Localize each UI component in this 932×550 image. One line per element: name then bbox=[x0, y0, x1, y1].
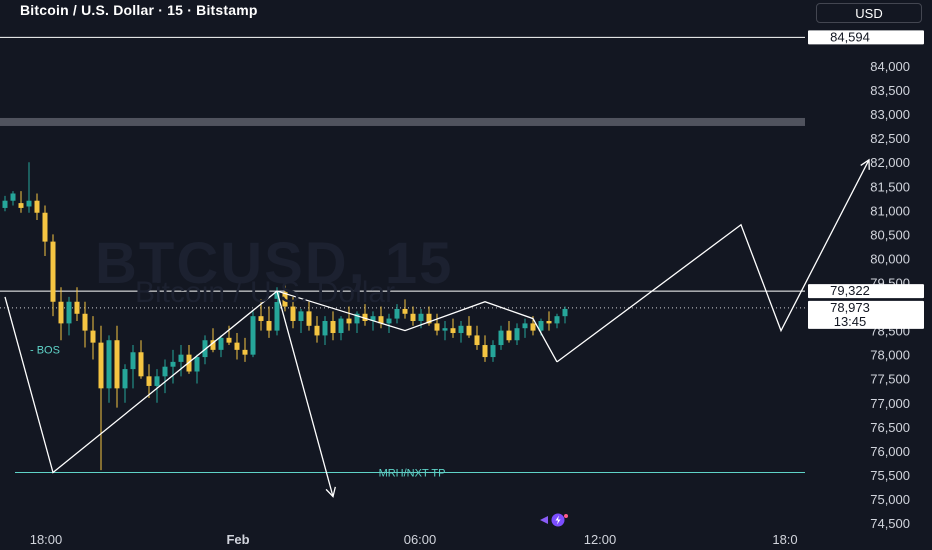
candle-body bbox=[490, 345, 496, 358]
candle-body bbox=[98, 342, 104, 389]
y-tick-label: 80,500 bbox=[870, 227, 910, 242]
candle-body bbox=[418, 313, 424, 321]
y-tick-label: 81,000 bbox=[870, 203, 910, 218]
candle-body bbox=[346, 318, 352, 324]
y-tick-label: 74,500 bbox=[870, 516, 910, 531]
candle-body bbox=[26, 200, 32, 207]
candle-body bbox=[250, 316, 256, 355]
chart-title: Bitcoin / U.S. Dollar · 15 · Bitstamp bbox=[20, 2, 258, 18]
candle-body bbox=[562, 308, 568, 317]
zigzag-projection bbox=[556, 159, 870, 363]
y-tick-label: 76,000 bbox=[870, 444, 910, 459]
watermark-description: Bitcoin / U.S. Dollar bbox=[135, 276, 396, 309]
y-tick-label: 78,000 bbox=[870, 348, 910, 363]
candle-body bbox=[554, 316, 560, 324]
candle-body bbox=[314, 325, 320, 336]
candle-body bbox=[442, 328, 448, 331]
candle-body bbox=[130, 352, 136, 370]
candle-body bbox=[522, 323, 528, 329]
y-tick-label: 77,000 bbox=[870, 396, 910, 411]
candle-body bbox=[170, 361, 176, 367]
candle-body bbox=[546, 320, 552, 324]
candle-body bbox=[82, 313, 88, 331]
y-tick-label: 75,500 bbox=[870, 468, 910, 483]
zigzag-past bbox=[4, 290, 558, 474]
x-tick-label: 06:00 bbox=[404, 532, 437, 547]
candle-body bbox=[242, 349, 248, 355]
candle-body bbox=[338, 318, 344, 334]
candle-body bbox=[434, 323, 440, 331]
candle-body bbox=[306, 311, 312, 326]
level-label: MRH/NXT TP bbox=[379, 468, 446, 480]
candle-body bbox=[266, 320, 272, 331]
resistance-band bbox=[0, 117, 805, 126]
x-tick-label: Feb bbox=[226, 532, 249, 547]
candle-body bbox=[234, 342, 240, 350]
price-label-text: 79,322 bbox=[830, 283, 870, 298]
y-tick-label: 84,000 bbox=[870, 59, 910, 74]
price-label-text: 78,973 bbox=[830, 300, 870, 315]
candle-body bbox=[10, 193, 16, 201]
candle-body bbox=[474, 335, 480, 346]
candle-body bbox=[2, 200, 8, 208]
candle-body bbox=[18, 203, 24, 208]
candle-body bbox=[74, 301, 80, 314]
candle-body bbox=[410, 313, 416, 321]
y-tick-label: 76,500 bbox=[870, 420, 910, 435]
candle-body bbox=[106, 340, 112, 389]
candle-body bbox=[466, 325, 472, 336]
candle-body bbox=[506, 330, 512, 341]
candle-body bbox=[530, 323, 536, 331]
candle-body bbox=[226, 337, 232, 343]
candle-body bbox=[42, 212, 48, 242]
y-tick-label: 81,500 bbox=[870, 179, 910, 194]
candle-body bbox=[178, 354, 184, 362]
candle-body bbox=[154, 376, 160, 386]
candle-body bbox=[402, 308, 408, 314]
candle-body bbox=[258, 316, 264, 321]
candle-body bbox=[146, 376, 152, 386]
candle-body bbox=[218, 337, 224, 350]
candle-body bbox=[66, 301, 72, 324]
candle-body bbox=[386, 318, 392, 324]
candle-body bbox=[58, 301, 64, 324]
candle-body bbox=[330, 320, 336, 334]
candle-body bbox=[298, 311, 304, 321]
x-tick-label: 18:0 bbox=[772, 532, 797, 547]
y-tick-label: 75,000 bbox=[870, 492, 910, 507]
currency-button[interactable]: USD bbox=[816, 3, 922, 23]
candle-body bbox=[458, 325, 464, 334]
y-tick-label: 83,000 bbox=[870, 107, 910, 122]
chart-area[interactable]: MRH/NXT TP - BOS 74,500 75,000 75,500 76,000… bbox=[0, 0, 932, 550]
candle-body bbox=[90, 330, 96, 343]
candle-body bbox=[322, 320, 328, 336]
y-tick-label: 82,500 bbox=[870, 131, 910, 146]
y-tick-label: 77,500 bbox=[870, 372, 910, 387]
candle-body bbox=[514, 328, 520, 341]
candle-body bbox=[114, 340, 120, 389]
candle-body bbox=[162, 366, 168, 377]
candle-body bbox=[498, 330, 504, 346]
candle-body bbox=[394, 308, 400, 319]
y-tick-label: 83,500 bbox=[870, 83, 910, 98]
y-tick-label: 80,000 bbox=[870, 251, 910, 266]
candle-body bbox=[122, 369, 128, 389]
candle-body bbox=[450, 328, 456, 334]
candle-body bbox=[138, 352, 144, 377]
candle-body bbox=[482, 345, 488, 358]
y-tick-label: 82,000 bbox=[870, 155, 910, 170]
x-tick-label: 18:00 bbox=[30, 532, 63, 547]
candle-body bbox=[50, 241, 56, 302]
candle-body bbox=[194, 357, 200, 372]
x-tick-label: 12:00 bbox=[584, 532, 617, 547]
bos-label: - BOS bbox=[30, 344, 60, 356]
lightning-bolt-icon[interactable] bbox=[538, 512, 570, 528]
price-label-text: 84,594 bbox=[830, 29, 870, 44]
price-label-countdown: 13:45 bbox=[834, 314, 867, 329]
candle-body bbox=[34, 200, 40, 213]
